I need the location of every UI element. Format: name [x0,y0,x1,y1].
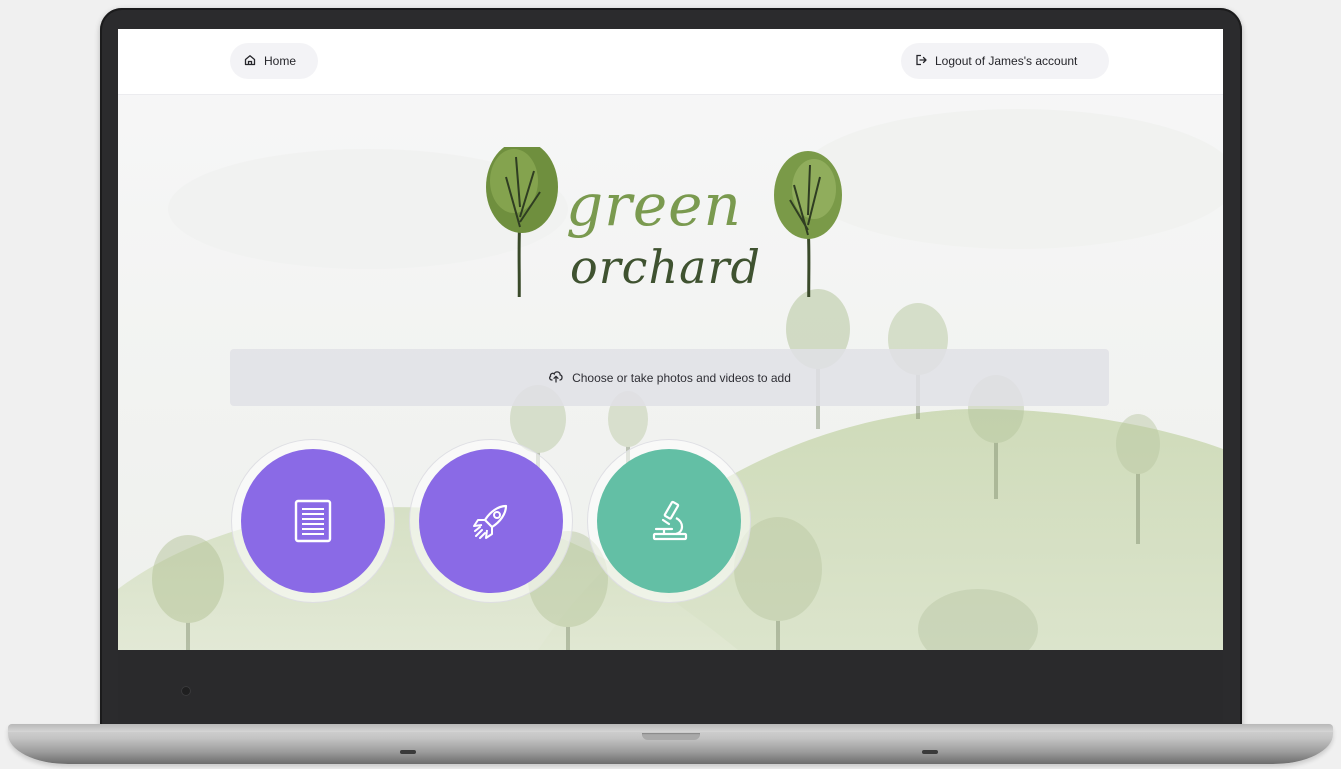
action-circle-ring [231,439,395,603]
upload-media-button[interactable]: Choose or take photos and videos to add [230,349,1109,406]
app-screen: Home Logout of James's account green orc… [118,29,1223,650]
laptop-notch [642,733,700,740]
logo-word-orchard: orchard [570,240,761,294]
science-button[interactable] [597,449,741,593]
webcam-icon [181,686,191,696]
rocket-icon [473,504,508,539]
green-orchard-logo: green orchard [486,147,842,297]
cloud-upload-icon [548,369,564,386]
laptop-foot [922,750,938,754]
launch-button[interactable] [419,449,563,593]
laptop-foot [400,750,416,754]
logout-button[interactable]: Logout of James's account [901,43,1109,79]
logo-word-green: green [566,171,742,239]
home-button[interactable]: Home [230,43,318,79]
laptop-bezel [118,650,1223,722]
microscope-icon [652,500,688,541]
laptop-base-edge [8,724,1333,732]
logout-label: Logout of James's account [935,54,1078,68]
document-icon [294,499,332,543]
home-icon [244,54,256,69]
home-label: Home [264,54,297,68]
action-circle-ring [587,439,751,603]
upload-label: Choose or take photos and videos to add [572,370,791,385]
action-circle-ring [409,439,573,603]
top-navbar: Home Logout of James's account [118,29,1223,95]
documents-button[interactable] [241,449,385,593]
logout-icon [915,54,927,69]
